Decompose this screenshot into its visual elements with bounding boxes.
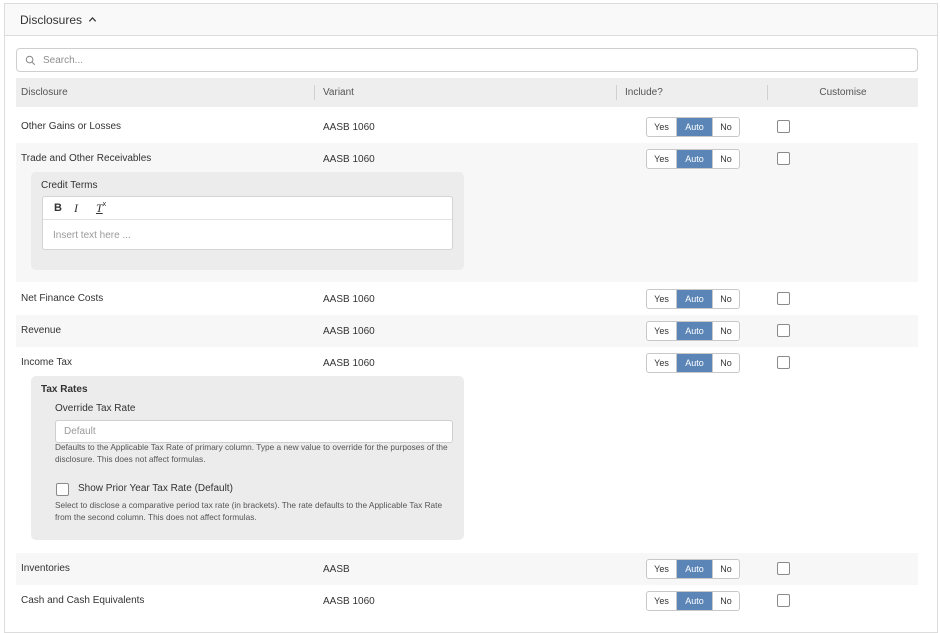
section-header[interactable]: Disclosures <box>5 4 937 36</box>
disclosure-name: Revenue <box>21 325 62 336</box>
editor-toolbar: B I Tx <box>43 197 452 220</box>
prior-year-tax-rate-label[interactable]: Show Prior Year Tax Rate (Default) <box>78 483 233 494</box>
credit-terms-label: Credit Terms <box>41 180 98 191</box>
customise-checkbox[interactable] <box>777 152 790 165</box>
section-title: Disclosures <box>20 12 83 27</box>
column-header-customise: Customise <box>819 87 867 98</box>
disclosure-name: Income Tax <box>21 357 72 368</box>
customise-checkbox[interactable] <box>777 324 790 337</box>
credit-terms-panel: Credit Terms B I Tx Insert text here ... <box>31 172 464 270</box>
override-tax-rate-label: Override Tax Rate <box>55 403 136 414</box>
prior-year-tax-rate-help: Select to disclose a comparative period … <box>55 500 443 522</box>
include-toggle: Yes Auto No <box>646 559 740 579</box>
customise-checkbox[interactable] <box>777 562 790 575</box>
chevron-up-icon[interactable] <box>88 15 97 24</box>
include-toggle: Yes Auto No <box>646 289 740 309</box>
table-row: Income Tax AASB 1060 Yes Auto No <box>16 347 918 379</box>
tax-rates-title: Tax Rates <box>41 384 88 395</box>
disclosure-variant[interactable]: AASB 1060 <box>323 596 375 607</box>
clear-format-icon: T <box>95 200 103 215</box>
include-yes-button[interactable]: Yes <box>647 322 677 340</box>
include-toggle: Yes Auto No <box>646 321 740 341</box>
disclosure-variant[interactable]: AASB 1060 <box>323 154 375 165</box>
disclosure-variant[interactable]: AASB 1060 <box>323 358 375 369</box>
table-row: Other Gains or Losses AASB 1060 Yes Auto… <box>16 111 918 143</box>
table-row: Net Finance Costs AASB 1060 Yes Auto No <box>16 283 918 315</box>
include-toggle: Yes Auto No <box>646 591 740 611</box>
prior-year-tax-rate-checkbox[interactable] <box>56 483 69 496</box>
disclosure-variant[interactable]: AASB <box>323 564 350 575</box>
include-yes-button[interactable]: Yes <box>647 592 677 610</box>
bold-button[interactable]: B <box>54 202 62 214</box>
table-row: Cash and Cash Equivalents AASB 1060 Yes … <box>16 585 918 617</box>
include-yes-button[interactable]: Yes <box>647 290 677 308</box>
include-no-button[interactable]: No <box>712 560 739 578</box>
disclosure-name: Cash and Cash Equivalents <box>21 595 145 606</box>
include-yes-button[interactable]: Yes <box>647 354 677 372</box>
column-header-variant: Variant <box>315 78 617 107</box>
search-box <box>16 48 918 72</box>
include-no-button[interactable]: No <box>712 354 739 372</box>
disclosure-name: Inventories <box>21 563 70 574</box>
disclosure-variant[interactable]: AASB 1060 <box>323 326 375 337</box>
include-auto-button[interactable]: Auto <box>677 322 712 340</box>
include-auto-button[interactable]: Auto <box>677 592 712 610</box>
clear-format-sub: x <box>102 200 107 208</box>
column-header-include: Include? <box>617 78 768 107</box>
clear-format-button[interactable]: Tx <box>96 201 106 216</box>
table-row: Revenue AASB 1060 Yes Auto No <box>16 315 918 347</box>
editor-content[interactable]: Insert text here ... <box>43 220 452 241</box>
rich-text-editor: B I Tx Insert text here ... <box>42 196 453 250</box>
search-input[interactable] <box>43 54 903 66</box>
include-auto-button[interactable]: Auto <box>677 290 712 308</box>
table-row: Inventories AASB Yes Auto No <box>16 553 918 585</box>
customise-checkbox[interactable] <box>777 292 790 305</box>
include-yes-button[interactable]: Yes <box>647 150 677 168</box>
include-yes-button[interactable]: Yes <box>647 118 677 136</box>
include-auto-button[interactable]: Auto <box>677 150 712 168</box>
prior-year-label-text: Show Prior Year Tax Rate <box>78 483 192 494</box>
include-no-button[interactable]: No <box>712 592 739 610</box>
search-icon <box>25 55 36 66</box>
include-no-button[interactable]: No <box>712 322 739 340</box>
column-header-disclosure: Disclosure <box>16 78 315 107</box>
include-yes-button[interactable]: Yes <box>647 560 677 578</box>
italic-button[interactable]: I <box>74 201 78 216</box>
include-no-button[interactable]: No <box>712 118 739 136</box>
include-no-button[interactable]: No <box>712 150 739 168</box>
customise-checkbox[interactable] <box>777 356 790 369</box>
override-tax-rate-help: Defaults to the Applicable Tax Rate of p… <box>55 442 448 464</box>
disclosure-variant[interactable]: AASB 1060 <box>323 122 375 133</box>
disclosure-name: Other Gains or Losses <box>21 121 122 132</box>
include-toggle: Yes Auto No <box>646 353 740 373</box>
customise-checkbox[interactable] <box>777 120 790 133</box>
override-tax-rate-input[interactable] <box>55 420 453 443</box>
tax-rates-panel: Tax Rates Override Tax Rate Defaults to … <box>31 376 464 540</box>
table-row: Trade and Other Receivables AASB 1060 Ye… <box>16 143 918 175</box>
disclosure-name: Net Finance Costs <box>21 293 104 304</box>
include-toggle: Yes Auto No <box>646 117 740 137</box>
include-auto-button[interactable]: Auto <box>677 560 712 578</box>
disclosure-name: Trade and Other Receivables <box>21 153 152 164</box>
include-no-button[interactable]: No <box>712 290 739 308</box>
include-toggle: Yes Auto No <box>646 149 740 169</box>
prior-year-default-text: (Default) <box>194 483 233 494</box>
disclosure-variant[interactable]: AASB 1060 <box>323 294 375 305</box>
customise-checkbox[interactable] <box>777 594 790 607</box>
include-auto-button[interactable]: Auto <box>677 354 712 372</box>
include-auto-button[interactable]: Auto <box>677 118 712 136</box>
table-header: Disclosure Variant Include? Customise <box>16 78 918 107</box>
